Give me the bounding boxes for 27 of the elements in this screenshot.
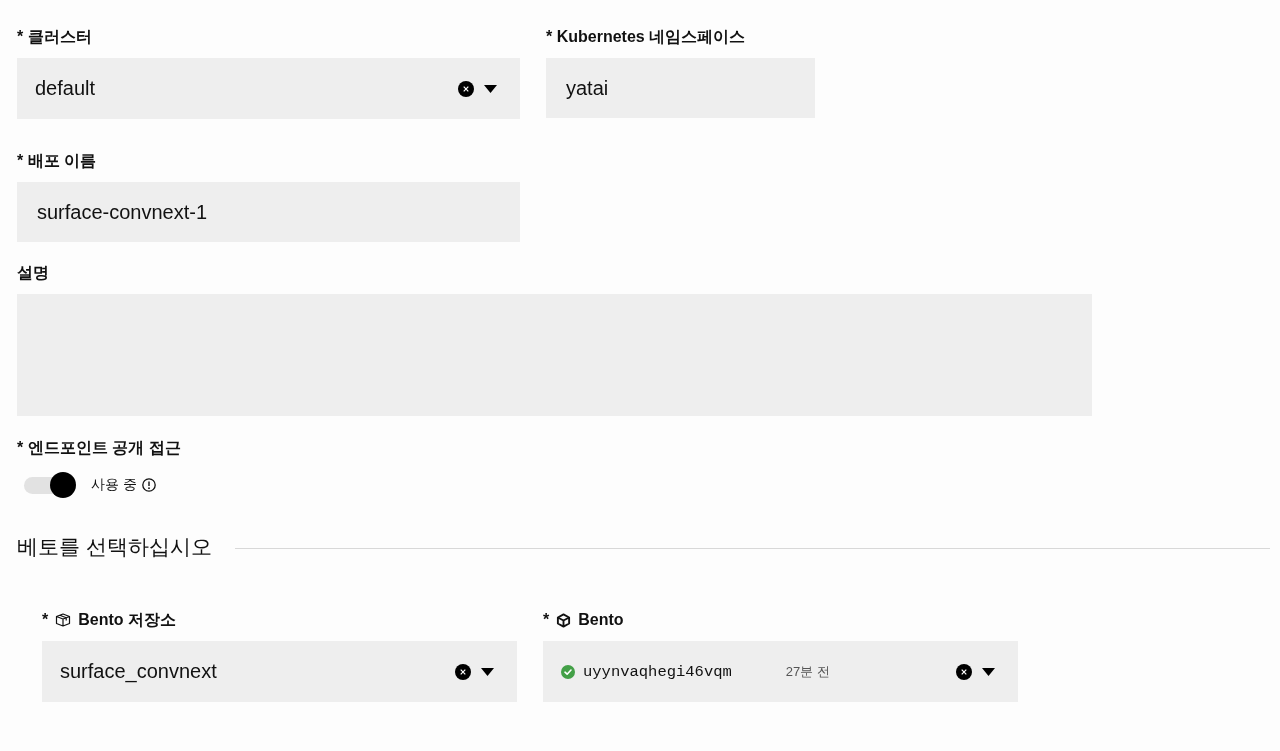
box-icon [55, 612, 72, 628]
required-mark: * [543, 610, 550, 630]
caret-icon[interactable] [481, 667, 494, 676]
field-label: * 엔드포인트 공개 접근 [17, 438, 181, 458]
field-label: 설명 [17, 263, 49, 283]
clear-icon[interactable] [956, 663, 972, 680]
text-field[interactable]: surface-convnext-1 [17, 182, 520, 242]
field-label: * 클러스터 [17, 27, 92, 47]
section-title: 베토를 선택하십시오 [17, 534, 212, 560]
toggle-switch[interactable] [24, 472, 76, 498]
select-field[interactable]: uyynvaqhegi46vqm 27분 전 [543, 641, 1018, 702]
clear-icon[interactable] [458, 80, 474, 97]
caret-icon[interactable] [484, 84, 497, 93]
bento-age: 27분 전 [785, 662, 830, 681]
toggle-status: 사용 중 [91, 476, 137, 494]
caret-icon[interactable] [982, 667, 995, 676]
select-field[interactable]: default [17, 58, 520, 119]
cube-icon [556, 612, 572, 628]
field-label: * 배포 이름 [17, 151, 97, 171]
info-icon [141, 478, 156, 492]
clear-icon[interactable] [455, 663, 471, 680]
field-label: * Kubernetes 네임스페이스 [546, 27, 746, 47]
text-field[interactable]: yatai [546, 58, 815, 118]
required-mark: * [42, 610, 49, 630]
select-field[interactable]: surface_convnext [42, 641, 517, 702]
field-label: Bento 저장소 [78, 610, 176, 630]
field-label: Bento [578, 610, 624, 630]
